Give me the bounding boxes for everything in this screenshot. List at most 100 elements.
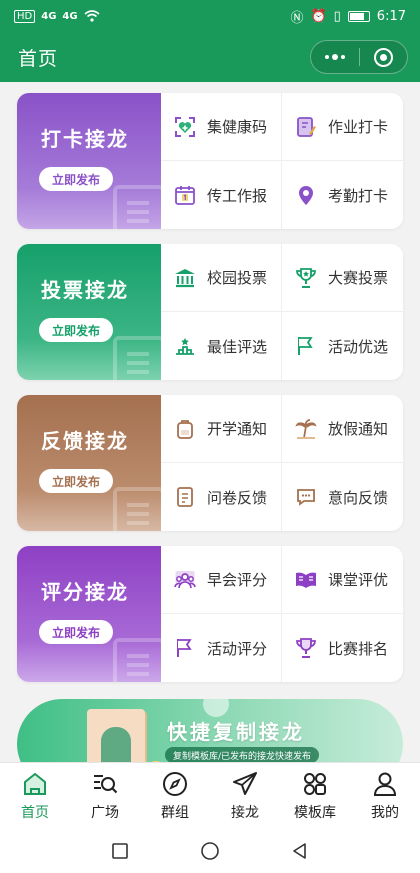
grid-item[interactable]: 早会评分 <box>161 546 282 614</box>
home-icon <box>24 772 46 795</box>
card-title: 评分接龙 <box>41 580 129 604</box>
card-header-rating[interactable]: 评分接龙 立即发布 <box>17 546 161 682</box>
hd-badge: HD <box>14 9 36 23</box>
card-feedback: 反馈接龙 立即发布 开学通知 放假通知 问卷反馈 意向反馈 <box>17 395 403 531</box>
banner-subtitle: 复制模板库/已发布的接龙快速发布 <box>165 747 320 762</box>
grid-item-label: 最佳评选 <box>207 337 268 356</box>
card-title: 打卡接龙 <box>41 127 129 151</box>
grid-item[interactable]: 最佳评选 <box>161 312 282 380</box>
bubble-deco <box>203 699 229 717</box>
questionnaire-icon <box>177 487 193 507</box>
palm-tree-icon <box>295 418 317 439</box>
grid-item-label: 意向反馈 <box>328 488 389 507</box>
grid-item[interactable]: 大赛投票 <box>282 244 403 312</box>
miniprogram-capsule <box>310 40 408 74</box>
grid-item[interactable]: 考勤打卡 <box>282 161 403 229</box>
book-illustration <box>87 709 145 762</box>
card-grid: 开学通知 放假通知 问卷反馈 意向反馈 <box>161 395 403 531</box>
card-header-feedback[interactable]: 反馈接龙 立即发布 <box>17 395 161 531</box>
card-checkin: 打卡接龙 立即发布 集健康码 作业打卡 传工作报 考勤打卡 <box>17 93 403 229</box>
chat-bubble-icon <box>297 489 315 506</box>
wifi-icon <box>84 10 100 22</box>
status-bar: HD 4G 4G Ⓝ ⏰ ▯ 6:17 <box>0 0 420 32</box>
nfc-icon: Ⓝ <box>290 10 304 26</box>
card-title: 反馈接龙 <box>41 429 129 453</box>
back-icon[interactable] <box>290 841 310 861</box>
nav-bar: 首页 <box>0 32 420 82</box>
clipboard-deco-icon <box>113 638 161 682</box>
grid-item[interactable]: 活动优选 <box>282 312 403 380</box>
home-button-icon[interactable] <box>200 841 220 861</box>
grid-item-label: 活动评分 <box>207 639 268 658</box>
grid-item[interactable]: 集健康码 <box>161 93 282 161</box>
signal-indicators: HD 4G 4G <box>14 9 100 23</box>
quick-copy-banner[interactable]: 快捷复制接龙 复制模板库/已发布的接龙快速发布 <box>17 699 403 762</box>
grid-item-label: 大赛投票 <box>328 269 389 287</box>
grid-item-label: 活动优选 <box>328 337 389 356</box>
grid-item[interactable]: 问卷反馈 <box>161 463 282 531</box>
calendar-report-icon <box>175 186 195 205</box>
tab-label: 群组 <box>161 804 189 821</box>
tab-label: 首页 <box>21 804 49 821</box>
grid-item-label: 问卷反馈 <box>207 488 268 507</box>
tab-relay[interactable]: 接龙 <box>210 763 280 828</box>
grid-item[interactable]: 课堂评优 <box>282 546 403 614</box>
clipboard-deco-icon <box>113 487 161 531</box>
more-button[interactable] <box>311 40 359 74</box>
backpack-icon <box>177 419 193 439</box>
grid-item[interactable]: 校园投票 <box>161 244 282 312</box>
card-header-checkin[interactable]: 打卡接龙 立即发布 <box>17 93 161 229</box>
card-rating: 评分接龙 立即发布 早会评分 课堂评优 活动评分 比赛排名 <box>17 546 403 682</box>
tab-label: 接龙 <box>231 804 259 821</box>
tab-label: 我的 <box>371 804 399 821</box>
bottom-tab-bar: 首页 广场 群组 接龙 模板库 我的 <box>0 762 420 828</box>
tab-groups[interactable]: 群组 <box>140 763 210 828</box>
grid-item[interactable]: 活动评分 <box>161 614 282 682</box>
card-grid: 校园投票 大赛投票 最佳评选 活动优选 <box>161 244 403 380</box>
search-list-icon <box>94 774 118 793</box>
close-miniprogram-button[interactable] <box>359 40 407 74</box>
publish-button[interactable]: 立即发布 <box>39 469 113 493</box>
paper-plane-icon <box>233 771 257 795</box>
page-title: 首页 <box>18 47 59 70</box>
grid-item-label: 开学通知 <box>207 420 268 438</box>
grid-item-label: 传工作报 <box>207 186 268 205</box>
card-vote: 投票接龙 立即发布 校园投票 大赛投票 最佳评选 活动优选 <box>17 244 403 380</box>
battery-icon <box>347 10 370 22</box>
tab-home[interactable]: 首页 <box>0 763 70 828</box>
publish-button[interactable]: 立即发布 <box>39 318 113 342</box>
grid-item[interactable]: 开学通知 <box>161 395 282 463</box>
trophy-icon <box>296 638 316 658</box>
system-nav-bar <box>0 828 420 873</box>
grid-item-label: 作业打卡 <box>328 118 389 136</box>
card-header-vote[interactable]: 投票接龙 立即发布 <box>17 244 161 380</box>
publish-button[interactable]: 立即发布 <box>39 167 113 191</box>
tab-mine[interactable]: 我的 <box>350 763 420 828</box>
clock: 6:17 <box>376 8 406 24</box>
target-icon <box>373 47 393 67</box>
banner-title: 快捷复制接龙 <box>167 720 305 744</box>
grid-item[interactable]: 作业打卡 <box>282 93 403 161</box>
status-right: Ⓝ ⏰ ▯ 6:17 <box>290 7 406 26</box>
grid-item[interactable]: 传工作报 <box>161 161 282 229</box>
recent-apps-icon[interactable] <box>110 841 130 861</box>
tab-plaza[interactable]: 广场 <box>70 763 140 828</box>
main-content: 打卡接龙 立即发布 集健康码 作业打卡 传工作报 考勤打卡 投票接龙 立即发布 … <box>0 82 420 762</box>
publish-button[interactable]: 立即发布 <box>39 620 113 644</box>
tab-label: 模板库 <box>294 804 336 821</box>
signal-1: 4G <box>41 10 57 22</box>
card-grid: 集健康码 作业打卡 传工作报 考勤打卡 <box>161 93 403 229</box>
grid-item-label: 课堂评优 <box>328 571 389 589</box>
grid-item[interactable]: 意向反馈 <box>282 463 403 531</box>
trophy-icon <box>296 267 316 288</box>
tab-templates[interactable]: 模板库 <box>280 763 350 828</box>
grid-item[interactable]: 放假通知 <box>282 395 403 463</box>
grid-icon <box>304 772 326 795</box>
grid-item-label: 比赛排名 <box>328 639 389 658</box>
grid-item[interactable]: 比赛排名 <box>282 614 403 682</box>
school-building-icon <box>175 268 195 287</box>
open-book-icon <box>296 572 316 588</box>
health-code-icon <box>175 116 195 137</box>
homework-icon <box>297 116 316 137</box>
more-dots-icon <box>324 54 345 60</box>
